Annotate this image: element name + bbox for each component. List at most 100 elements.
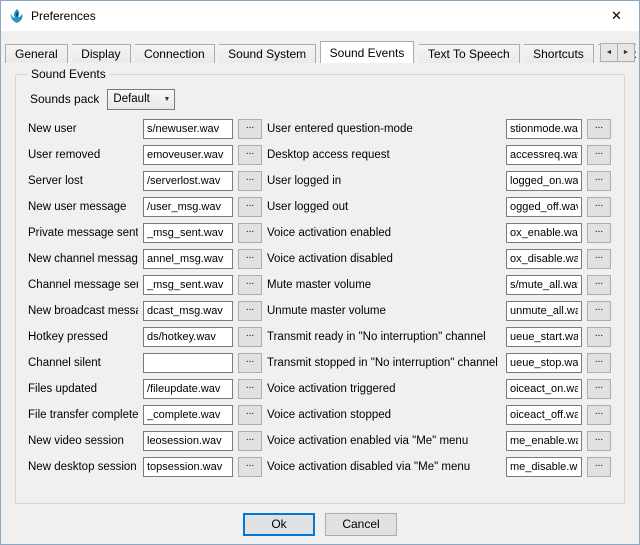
group-legend: Sound Events [28, 67, 109, 81]
preferences-dialog: Preferences ✕ General Display Connection… [0, 0, 640, 545]
tab-shortcuts[interactable]: Shortcuts [524, 44, 594, 63]
dialog-footer: Ok Cancel [1, 504, 639, 544]
sounds-pack-select[interactable]: Default ▼ [107, 89, 175, 110]
ok-button[interactable]: Ok [243, 513, 315, 536]
sound-file-input[interactable] [506, 223, 582, 243]
browse-button[interactable]: ... [587, 327, 611, 347]
sound-file-input[interactable] [143, 327, 233, 347]
tab-sound-events[interactable]: Sound Events [320, 41, 415, 63]
event-label: Voice activation enabled via "Me" menu [267, 435, 501, 447]
sound-file-input[interactable] [143, 405, 233, 425]
browse-button[interactable]: ... [238, 223, 262, 243]
browse-button[interactable]: ... [238, 301, 262, 321]
sounds-pack-label: Sounds pack [30, 92, 99, 106]
browse-button[interactable]: ... [587, 145, 611, 165]
sound-file-input[interactable] [143, 275, 233, 295]
event-label: Server lost [28, 175, 138, 187]
event-label: User removed [28, 149, 138, 161]
tab-scroll-left-icon[interactable]: ◄ [600, 43, 618, 62]
event-label: Unmute master volume [267, 305, 501, 317]
sound-file-input[interactable] [506, 171, 582, 191]
browse-button[interactable]: ... [238, 457, 262, 477]
browse-button[interactable]: ... [238, 145, 262, 165]
sound-file-input[interactable] [506, 249, 582, 269]
event-label: User entered question-mode [267, 123, 501, 135]
tab-general[interactable]: General [5, 44, 68, 63]
browse-button[interactable]: ... [238, 431, 262, 451]
browse-button[interactable]: ... [238, 275, 262, 295]
sounds-pack-row: Sounds pack Default ▼ [30, 87, 612, 111]
browse-button[interactable]: ... [238, 327, 262, 347]
event-label: Files updated [28, 383, 138, 395]
event-label: Voice activation enabled [267, 227, 501, 239]
event-label: Private message sent [28, 227, 138, 239]
sound-file-input[interactable] [143, 379, 233, 399]
event-label: New user message [28, 201, 138, 213]
sound-file-input[interactable] [143, 249, 233, 269]
event-label: Voice activation triggered [267, 383, 501, 395]
sound-file-input[interactable] [506, 405, 582, 425]
sound-file-input[interactable] [506, 197, 582, 217]
tab-connection[interactable]: Connection [135, 44, 215, 63]
event-label: User logged in [267, 175, 501, 187]
sound-file-input[interactable] [506, 119, 582, 139]
sound-file-input[interactable] [506, 275, 582, 295]
event-label: User logged out [267, 201, 501, 213]
sound-file-input[interactable] [143, 119, 233, 139]
browse-button[interactable]: ... [587, 457, 611, 477]
sound-file-input[interactable] [143, 353, 233, 373]
browse-button[interactable]: ... [238, 405, 262, 425]
sound-file-input[interactable] [506, 431, 582, 451]
tab-sound-system[interactable]: Sound System [219, 44, 316, 63]
sound-file-input[interactable] [506, 327, 582, 347]
browse-button[interactable]: ... [587, 249, 611, 269]
event-label: New desktop session [28, 461, 138, 473]
browse-button[interactable]: ... [587, 301, 611, 321]
event-label: New broadcast message [28, 305, 138, 317]
browse-button[interactable]: ... [238, 197, 262, 217]
event-label: Transmit stopped in "No interruption" ch… [267, 357, 501, 369]
browse-button[interactable]: ... [238, 249, 262, 269]
sound-file-input[interactable] [506, 145, 582, 165]
sound-file-input[interactable] [143, 223, 233, 243]
sound-file-input[interactable] [506, 301, 582, 321]
browse-button[interactable]: ... [587, 119, 611, 139]
sound-file-input[interactable] [506, 353, 582, 373]
sound-file-input[interactable] [506, 457, 582, 477]
browse-button[interactable]: ... [587, 275, 611, 295]
tab-display[interactable]: Display [72, 44, 130, 63]
browse-button[interactable]: ... [587, 353, 611, 373]
cancel-button[interactable]: Cancel [325, 513, 397, 536]
sound-file-input[interactable] [143, 145, 233, 165]
sound-file-input[interactable] [143, 431, 233, 451]
browse-button[interactable]: ... [238, 379, 262, 399]
titlebar: Preferences ✕ [1, 1, 639, 31]
event-label: Desktop access request [267, 149, 501, 161]
sound-file-input[interactable] [143, 197, 233, 217]
sound-file-input[interactable] [143, 301, 233, 321]
sound-file-input[interactable] [143, 171, 233, 191]
browse-button[interactable]: ... [587, 431, 611, 451]
tab-scroll-right-icon[interactable]: ► [617, 43, 635, 62]
app-logo-icon [9, 8, 25, 24]
event-label: Channel silent [28, 357, 138, 369]
event-label: New user [28, 123, 138, 135]
browse-button[interactable]: ... [587, 223, 611, 243]
tab-text-to-speech[interactable]: Text To Speech [419, 44, 520, 63]
event-label: Voice activation stopped [267, 409, 501, 421]
sound-events-table: New user ... User entered question-mode … [28, 119, 612, 477]
event-label: Channel message sent [28, 279, 138, 291]
sound-file-input[interactable] [143, 457, 233, 477]
sound-file-input[interactable] [506, 379, 582, 399]
browse-button[interactable]: ... [238, 119, 262, 139]
browse-button[interactable]: ... [587, 405, 611, 425]
browse-button[interactable]: ... [587, 197, 611, 217]
window-title: Preferences [31, 9, 594, 23]
sounds-pack-value: Default [113, 93, 149, 105]
browse-button[interactable]: ... [238, 353, 262, 373]
browse-button[interactable]: ... [238, 171, 262, 191]
browse-button[interactable]: ... [587, 171, 611, 191]
browse-button[interactable]: ... [587, 379, 611, 399]
close-icon[interactable]: ✕ [594, 1, 639, 31]
event-label: Transmit ready in "No interruption" chan… [267, 331, 501, 343]
